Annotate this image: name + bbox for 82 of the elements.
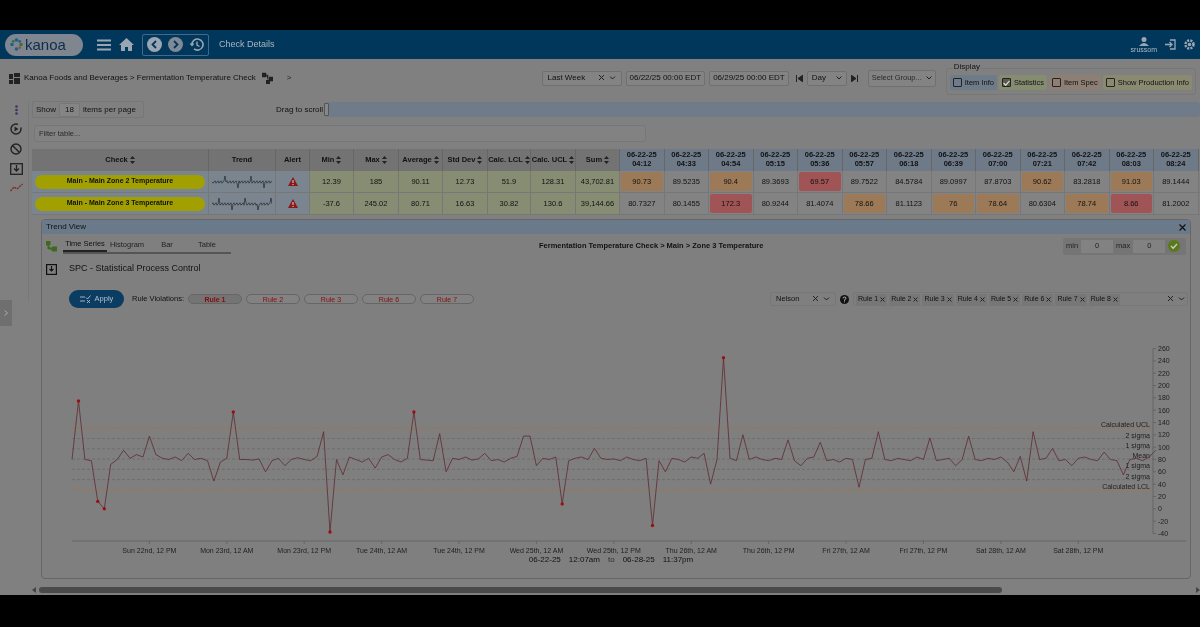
- range-select[interactable]: Last Week: [541, 70, 622, 86]
- range-from-time: 12:07am: [568, 554, 600, 566]
- page-title: Check Details: [219, 37, 275, 51]
- violation-point[interactable]: [560, 502, 564, 506]
- remove-icon[interactable]: [1079, 296, 1085, 302]
- section-title: SPC - Statistical Process Control: [69, 262, 201, 276]
- close-icon[interactable]: [1179, 223, 1186, 231]
- checklist-icon: [79, 295, 91, 303]
- violation-point[interactable]: [96, 499, 100, 504]
- checkbox[interactable]: [1105, 78, 1115, 87]
- remove-icon[interactable]: [1112, 296, 1118, 302]
- clear-caret-icon[interactable]: [1168, 296, 1185, 302]
- range-to-date: 06-28-25: [622, 554, 655, 566]
- logo[interactable]: kanoa: [5, 33, 83, 56]
- end-date-field[interactable]: 06/29/25 00:00 EDT: [709, 70, 789, 86]
- start-date-field[interactable]: 06/22/25 00:00 EDT: [625, 70, 706, 86]
- violation-point[interactable]: [231, 410, 235, 414]
- panel-legend: Display: [952, 62, 981, 71]
- violation-point[interactable]: [650, 523, 655, 528]
- remove-icon[interactable]: [979, 296, 985, 302]
- checkbox[interactable]: [1051, 78, 1061, 87]
- chevron-text: >: [286, 72, 292, 84]
- scroll-right-icon[interactable]: [1196, 586, 1200, 593]
- sort-icon[interactable]: [336, 156, 342, 164]
- checkbox[interactable]: [952, 78, 962, 87]
- history-icon[interactable]: [189, 37, 204, 52]
- violation-point[interactable]: [102, 507, 106, 511]
- panel-title: Trend View: [46, 221, 88, 233]
- dashboard-icon[interactable]: [9, 72, 20, 84]
- violation-point[interactable]: [76, 399, 81, 403]
- range-from-date: 06-22-25: [528, 554, 561, 566]
- remove-icon[interactable]: [880, 296, 886, 302]
- last-icon[interactable]: [850, 74, 858, 82]
- scrollbar-thumb[interactable]: [39, 586, 1002, 593]
- trend-icon[interactable]: [9, 183, 23, 192]
- sort-icon[interactable]: [477, 156, 483, 164]
- sort-icon[interactable]: [129, 156, 135, 164]
- help-icon[interactable]: [840, 294, 849, 304]
- violation-point[interactable]: [328, 530, 332, 534]
- sort-icon[interactable]: [604, 156, 610, 164]
- sort-icon[interactable]: [381, 156, 387, 164]
- caret-icon: [835, 76, 842, 80]
- confirm-icon[interactable]: [1168, 240, 1181, 252]
- scroll-left-icon[interactable]: [32, 586, 36, 593]
- drag-scroll-track[interactable]: [324, 102, 1200, 117]
- logout-icon[interactable]: [1165, 39, 1176, 50]
- first-icon[interactable]: [795, 74, 803, 82]
- trend-sparkline[interactable]: [212, 195, 272, 212]
- back-icon[interactable]: [147, 37, 162, 52]
- remove-icon[interactable]: [913, 296, 919, 302]
- range-to-time: 11:37pm: [662, 554, 694, 566]
- remove-icon[interactable]: [1046, 296, 1052, 302]
- checkbox[interactable]: [1001, 78, 1011, 87]
- trend-sparkline[interactable]: [212, 173, 272, 190]
- clear-caret-icon[interactable]: [813, 296, 830, 302]
- chevron-icon: [4, 310, 8, 316]
- user-icon[interactable]: [1138, 36, 1149, 46]
- drag-label: Drag to scroll: [276, 103, 324, 116]
- interval-select[interactable]: Day: [806, 70, 847, 86]
- block-icon[interactable]: [10, 143, 22, 155]
- sort-icon[interactable]: [433, 156, 439, 164]
- breadcrumb[interactable]: Kanoa Foods and Beverages > Fermentation Temperature Check: [24, 72, 256, 84]
- forward-icon[interactable]: [168, 37, 183, 52]
- remove-icon[interactable]: [1013, 296, 1019, 302]
- scroll-handle[interactable]: [324, 103, 330, 116]
- remove-icon[interactable]: [946, 296, 952, 302]
- menu-icon[interactable]: [97, 38, 111, 51]
- page-size-field[interactable]: 18: [59, 102, 80, 117]
- paging-label: Show: [36, 103, 56, 116]
- home-icon[interactable]: [119, 38, 134, 51]
- more-icon[interactable]: [14, 105, 18, 115]
- flower-icon: [10, 38, 23, 51]
- hierarchy-icon[interactable]: [261, 72, 273, 84]
- clear-caret-icon[interactable]: [598, 75, 616, 81]
- caret-icon: [925, 76, 932, 80]
- download-icon[interactable]: [46, 263, 57, 275]
- play-circle-icon[interactable]: [10, 123, 22, 135]
- violation-point[interactable]: [412, 410, 416, 414]
- paging-label: items per page: [82, 103, 136, 116]
- download-icon[interactable]: [9, 163, 23, 175]
- violation-point[interactable]: [721, 356, 726, 360]
- settings-icon[interactable]: [1184, 39, 1195, 50]
